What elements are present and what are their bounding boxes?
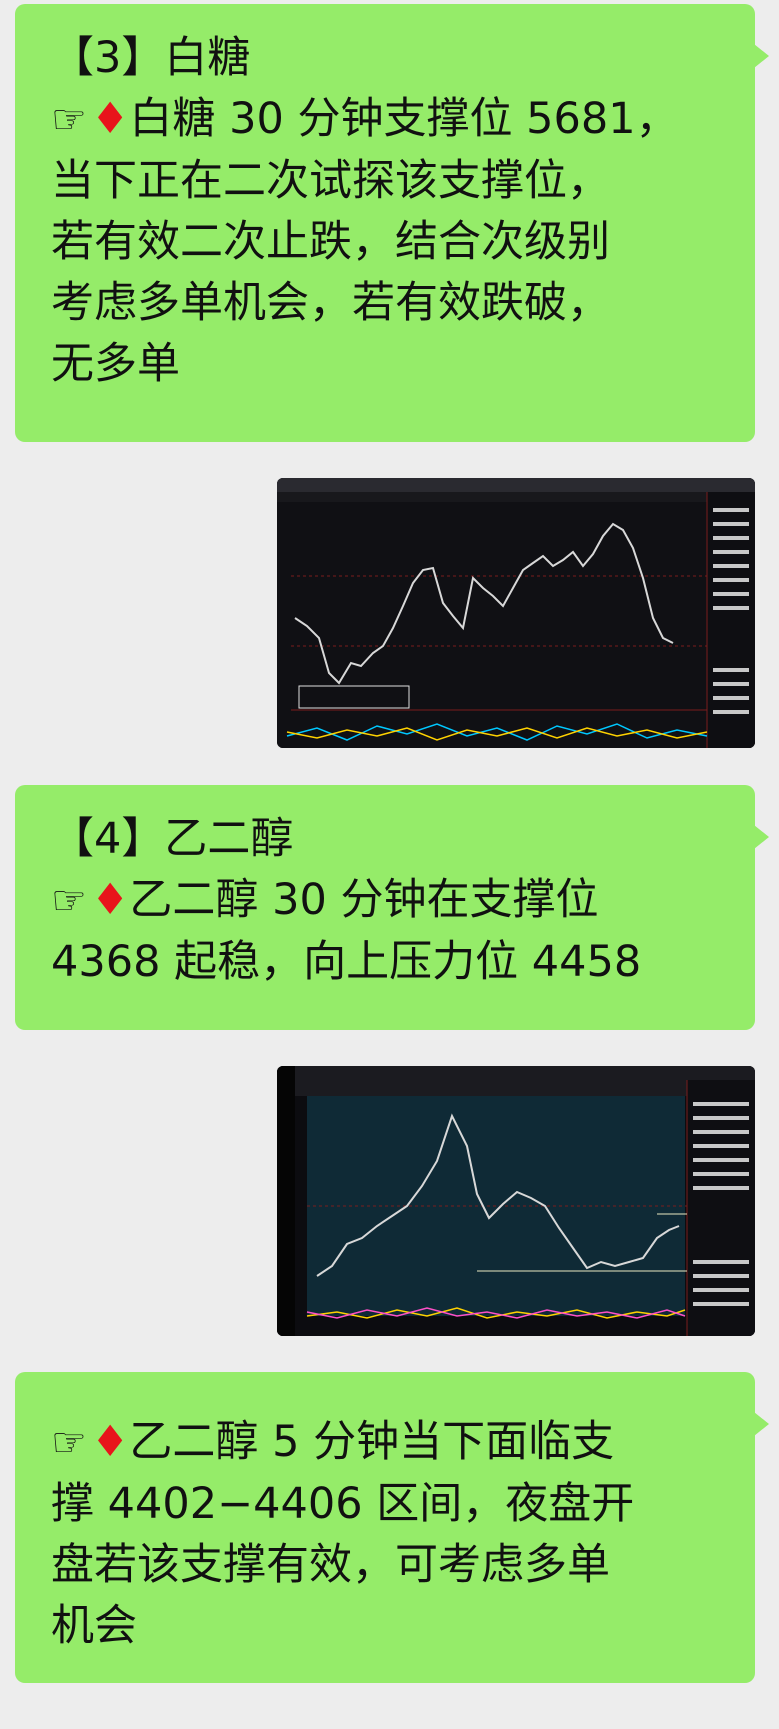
message-line: 撑 4402−4406 区间，夜盘开 (51, 1479, 635, 1529)
red-diamond-icon: ♦ (90, 1417, 130, 1467)
chat-bubble-meg[interactable]: 【4】乙二醇 ☞♦乙二醇 30 分钟在支撑位 4368 起稳，向上压力位 445… (15, 785, 769, 1030)
message-line: 4368 起稳，向上压力位 4458 (51, 937, 642, 987)
red-diamond-icon: ♦ (90, 94, 130, 144)
message-line: ☞♦乙二醇 30 分钟在支撑位 (51, 875, 599, 925)
message-title: 【4】乙二醇 (51, 814, 294, 864)
message-line: ☞♦白糖 30 分钟支撑位 5681， (51, 94, 679, 144)
message-line: 当下正在二次试探该支撑位， (51, 156, 610, 206)
pointing-hand-icon: ☞ (51, 97, 87, 143)
message-title: 【3】白糖 (51, 33, 251, 83)
message-line: 机会 (51, 1601, 137, 1651)
pointing-hand-icon: ☞ (51, 878, 87, 924)
candlestick-chart-photo (277, 1066, 755, 1336)
red-diamond-icon: ♦ (90, 875, 130, 925)
chart-image-meg[interactable] (277, 1066, 755, 1336)
message-line: 考虑多单机会，若有效跌破， (51, 278, 610, 328)
candlestick-chart-photo (277, 478, 755, 748)
message-line: 盘若该支撑有效，可考虑多单 (51, 1540, 610, 1590)
chat-bubble-meg-5min[interactable]: ☞♦乙二醇 5 分钟当下面临支 撑 4402−4406 区间，夜盘开 盘若该支撑… (15, 1372, 769, 1683)
chat-bubble-sugar[interactable]: 【3】白糖 ☞♦白糖 30 分钟支撑位 5681， 当下正在二次试探该支撑位， … (15, 4, 769, 442)
message-line: ☞♦乙二醇 5 分钟当下面临支 (51, 1417, 615, 1467)
message-line: 无多单 (51, 339, 180, 389)
message-line: 若有效二次止跌，结合次级别 (51, 217, 610, 267)
pointing-hand-icon: ☞ (51, 1420, 87, 1466)
chart-image-sugar[interactable] (277, 478, 755, 748)
